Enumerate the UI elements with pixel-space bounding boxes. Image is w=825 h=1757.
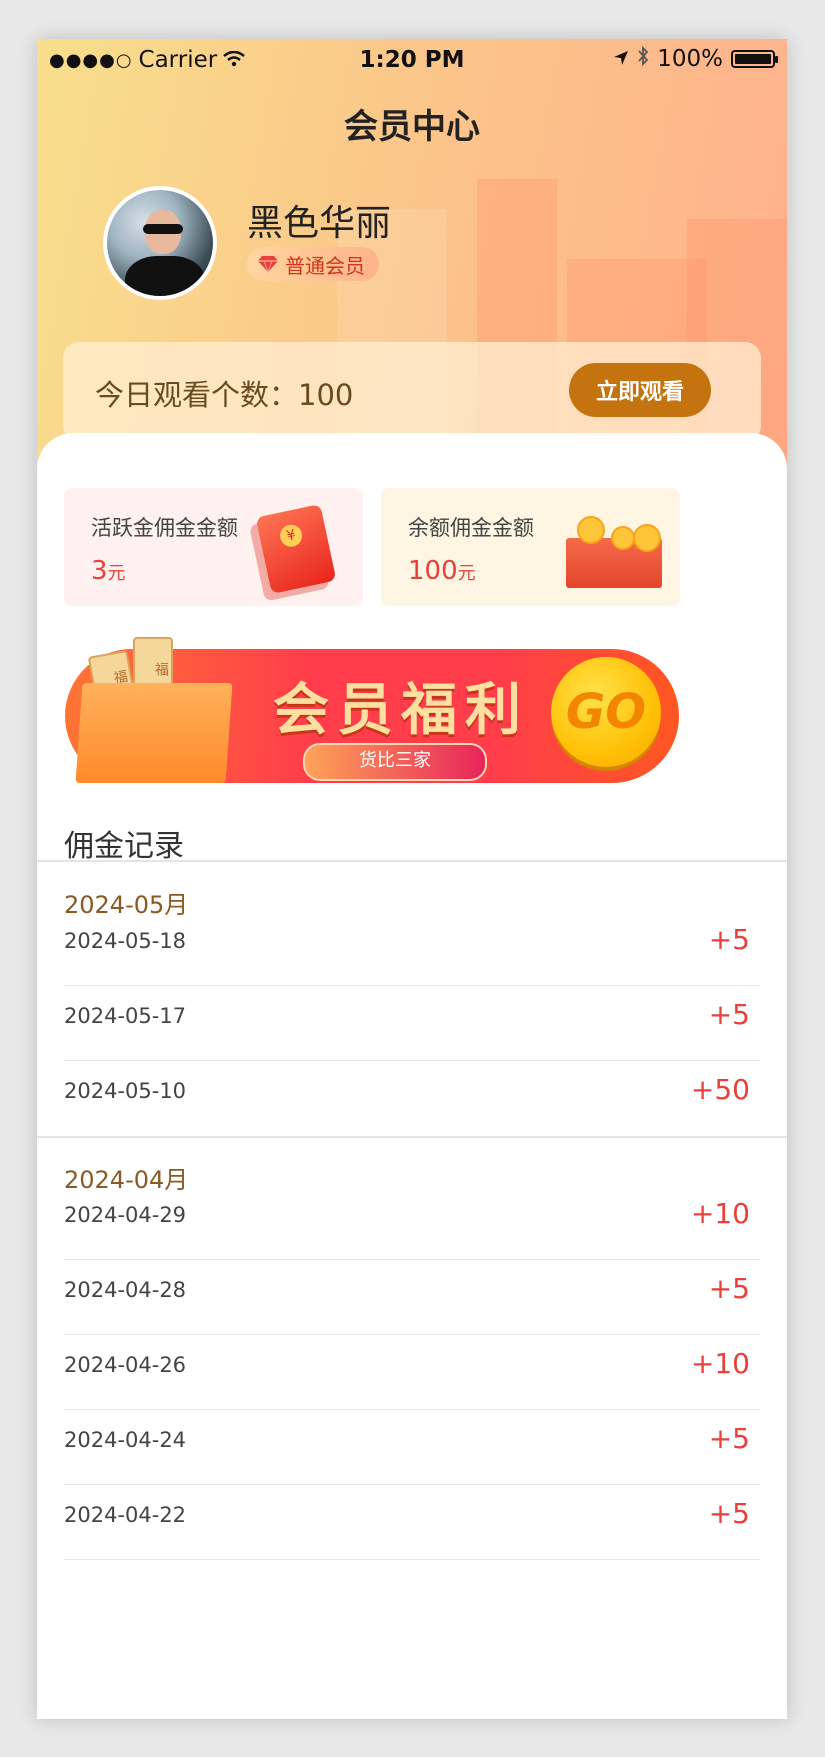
gift-box-icon xyxy=(75,683,233,783)
record-value: +50 xyxy=(690,1073,750,1106)
record-row[interactable]: 2024-05-18 +5 xyxy=(64,911,760,986)
avatar[interactable] xyxy=(103,186,217,300)
record-value: +5 xyxy=(708,1422,750,1455)
watch-now-button[interactable]: 立即观看 xyxy=(569,363,711,417)
balance-commission-amount: 100元 xyxy=(408,556,476,586)
daily-watch-card: 今日观看个数：100 立即观看 xyxy=(63,342,761,442)
user-name: 黑色华丽 xyxy=(247,203,392,244)
banner-title: 会员福利 xyxy=(273,678,529,743)
record-date: 2024-04-28 xyxy=(64,1278,187,1302)
record-row[interactable]: 2024-04-24 +5 xyxy=(64,1410,760,1485)
record-date: 2024-05-10 xyxy=(64,1079,187,1103)
record-date: 2024-04-24 xyxy=(64,1428,187,1452)
phone-screen: ●●●●○ Carrier 1:20 PM 100% 会员中心 黑色华丽 普通会… xyxy=(37,39,787,1719)
commission-records-title: 佣金记录 xyxy=(64,829,184,864)
record-value: +5 xyxy=(708,1497,750,1530)
bluetooth-icon xyxy=(637,45,649,72)
record-row[interactable]: 2024-04-22 +5 xyxy=(64,1485,760,1560)
record-value: +10 xyxy=(690,1347,750,1380)
daily-watch-label: 今日观看个数：100 xyxy=(95,378,354,412)
diamond-icon xyxy=(257,255,279,273)
record-row[interactable]: 2024-04-26 +10 xyxy=(64,1335,760,1410)
record-value: +5 xyxy=(708,998,750,1031)
record-value: +5 xyxy=(708,1272,750,1305)
record-row[interactable]: 2024-05-10 +50 xyxy=(64,1061,760,1136)
status-bar: ●●●●○ Carrier 1:20 PM 100% xyxy=(37,39,787,81)
balance-commission-card[interactable]: 余额佣金金额 100元 xyxy=(381,488,680,606)
record-date: 2024-04-29 xyxy=(64,1203,187,1227)
active-commission-amount: 3元 xyxy=(91,556,126,586)
record-row[interactable]: 2024-05-17 +5 xyxy=(64,986,760,1061)
member-benefits-banner[interactable]: 福利 福 会员福利 货比三家 GO xyxy=(63,637,683,783)
record-date: 2024-04-22 xyxy=(64,1503,187,1527)
active-commission-card[interactable]: 活跃金佣金金额 3元 xyxy=(64,488,363,606)
record-date: 2024-04-26 xyxy=(64,1353,187,1377)
member-level-badge: 普通会员 xyxy=(247,247,379,281)
record-value: +10 xyxy=(690,1197,750,1230)
location-icon xyxy=(613,46,629,72)
content-sheet: 活跃金佣金金额 3元 余额佣金金额 100元 福利 福 会员福利 货比三家 GO… xyxy=(37,433,787,1719)
page-title: 会员中心 xyxy=(344,107,480,147)
battery-percent: 100% xyxy=(657,46,723,72)
record-date: 2024-05-18 xyxy=(64,929,187,953)
balance-commission-label: 余额佣金金额 xyxy=(408,516,534,540)
record-row[interactable]: 2024-04-28 +5 xyxy=(64,1260,760,1335)
go-button[interactable]: GO xyxy=(551,657,661,767)
record-value: +5 xyxy=(708,923,750,956)
battery-icon xyxy=(731,50,778,68)
red-envelope-icon xyxy=(255,503,337,595)
header-hero: ●●●●○ Carrier 1:20 PM 100% 会员中心 黑色华丽 普通会… xyxy=(37,39,787,499)
member-level-label: 普通会员 xyxy=(285,253,365,278)
record-date: 2024-05-17 xyxy=(64,1004,187,1028)
record-row[interactable]: 2024-04-29 +10 xyxy=(64,1185,760,1260)
active-commission-label: 活跃金佣金金额 xyxy=(91,516,238,540)
banner-subtitle-button[interactable]: 货比三家 xyxy=(303,743,487,781)
